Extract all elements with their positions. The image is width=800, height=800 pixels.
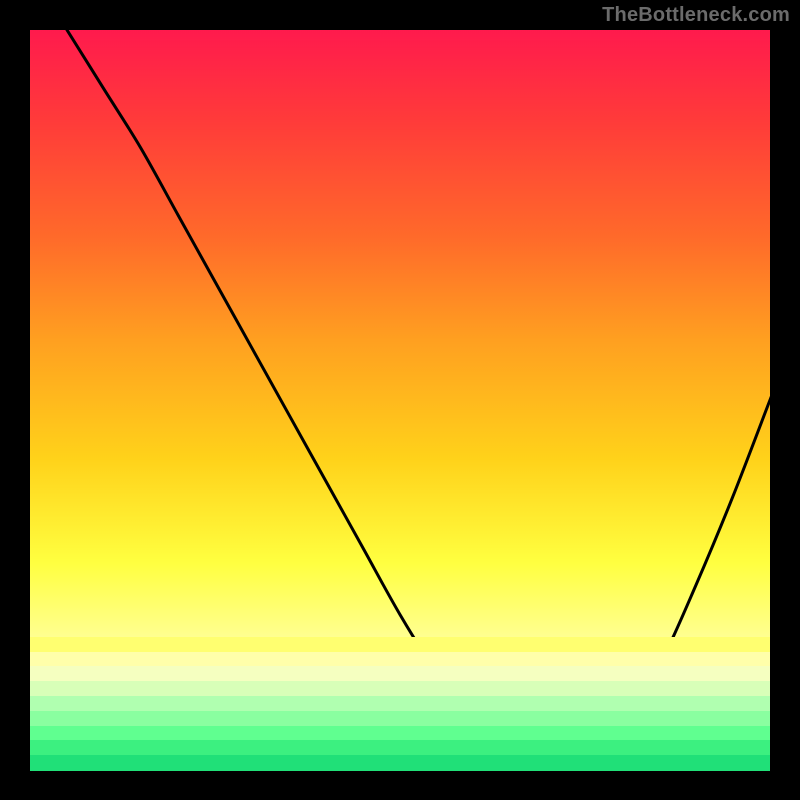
- gradient-band: [30, 681, 770, 697]
- attribution-text: TheBottleneck.com: [602, 4, 790, 27]
- gradient-band: [30, 755, 770, 771]
- plot-area: [30, 30, 770, 770]
- chart-frame: TheBottleneck.com: [0, 0, 800, 800]
